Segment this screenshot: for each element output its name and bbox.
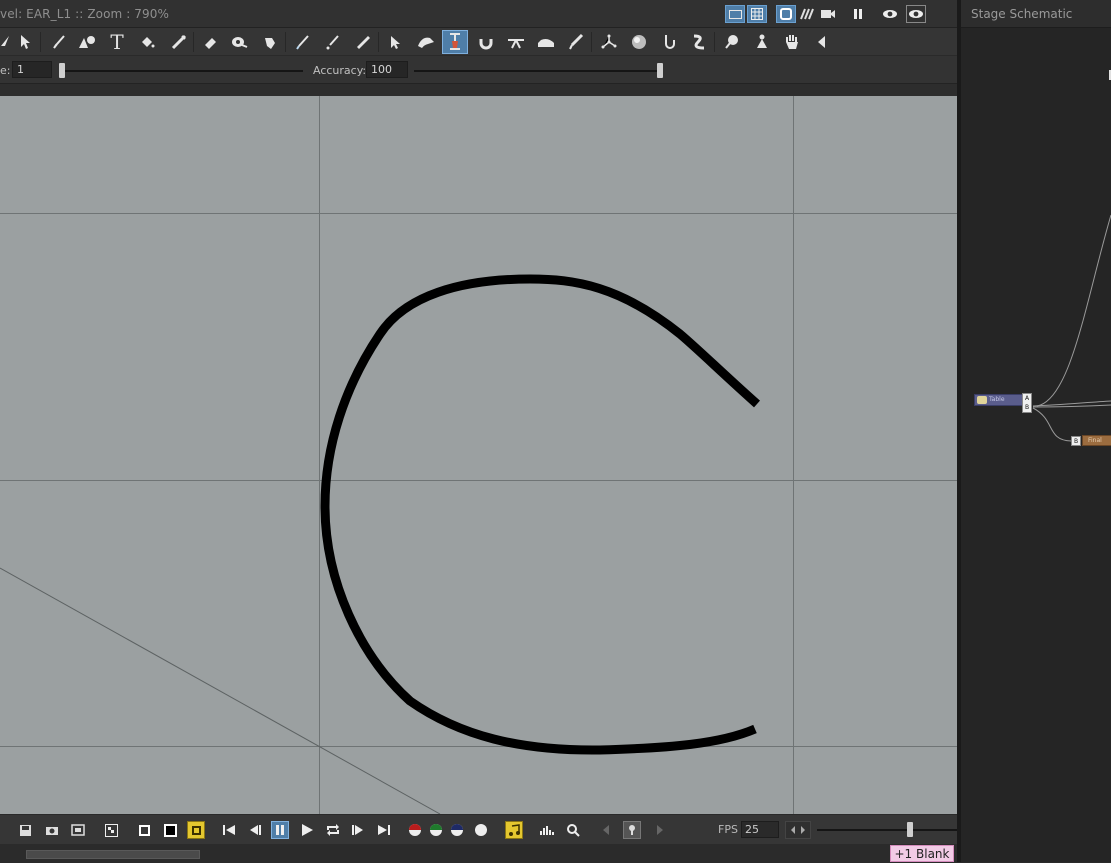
ruler-icon[interactable]: [350, 30, 376, 54]
pump-icon[interactable]: [442, 30, 468, 54]
eye-icon[interactable]: [880, 5, 900, 23]
grid-lines: [0, 96, 957, 814]
stage-schematic-panel[interactable]: Table A B B Final: [961, 0, 1111, 862]
magnet-icon[interactable]: [473, 30, 499, 54]
type-icon[interactable]: T: [104, 30, 130, 54]
eraser-icon[interactable]: [197, 30, 223, 54]
drawing-canvas[interactable]: [0, 96, 957, 814]
preview-toggle-icon[interactable]: [776, 5, 796, 23]
bender-icon[interactable]: [503, 30, 529, 54]
tool-bar: T: [0, 28, 957, 56]
size-slider-handle[interactable]: [59, 63, 65, 78]
table-view-icon[interactable]: [747, 5, 767, 23]
size-slider-track[interactable]: [60, 70, 303, 72]
schematic-title-bar: Stage Schematic: [961, 0, 1111, 28]
green-channel-icon[interactable]: [427, 821, 445, 839]
iron-icon[interactable]: [533, 30, 559, 54]
snapshot-icon[interactable]: [43, 821, 61, 839]
camera-view-icon[interactable]: [725, 5, 745, 23]
black-bg-icon[interactable]: [161, 821, 179, 839]
paint-brush-icon[interactable]: [166, 30, 192, 54]
horizontal-scrollbar[interactable]: [26, 850, 200, 859]
fps-field[interactable]: 25: [741, 821, 779, 838]
schematic-port-ab[interactable]: A B: [1022, 393, 1032, 413]
checkerboard-bg-icon[interactable]: [102, 821, 120, 839]
plastic-icon[interactable]: [686, 30, 712, 54]
play-icon[interactable]: [298, 821, 316, 839]
port-b-label: B: [1024, 404, 1030, 411]
geometric-icon[interactable]: [74, 30, 100, 54]
blue-channel-icon[interactable]: [448, 821, 466, 839]
size-label: e:: [0, 64, 11, 77]
loop-icon[interactable]: [324, 821, 342, 839]
red-channel-icon[interactable]: [406, 821, 424, 839]
sound-icon[interactable]: [505, 821, 523, 839]
cutter-icon[interactable]: [563, 30, 589, 54]
accuracy-label: Accuracy:: [313, 64, 367, 77]
finger-icon[interactable]: [257, 30, 283, 54]
last-frame-icon[interactable]: [375, 821, 393, 839]
control-point-editor-icon[interactable]: [383, 30, 409, 54]
rgb-picker-icon[interactable]: [320, 30, 346, 54]
selection-icon[interactable]: [12, 30, 38, 54]
hand-icon[interactable]: [779, 30, 805, 54]
keyframe-icon[interactable]: [623, 821, 641, 839]
blank-frames-badge[interactable]: +1 Blank: [890, 845, 954, 862]
schematic-port-b[interactable]: B: [1071, 436, 1081, 446]
fps-slider-track[interactable]: [817, 829, 957, 831]
vector-stroke: [320, 274, 760, 755]
port-a-label: A: [1024, 395, 1030, 402]
schematic-output-node[interactable]: Final: [1082, 435, 1111, 446]
fps-label: FPS: [718, 823, 738, 836]
fill-icon[interactable]: [134, 30, 160, 54]
flipbook-toolbar: FPS 25: [0, 814, 957, 844]
table-node-icon: [977, 396, 987, 404]
checker-bg-icon[interactable]: [187, 821, 205, 839]
tracker-icon[interactable]: [626, 30, 652, 54]
next-key-icon[interactable]: [651, 821, 669, 839]
zoom-icon[interactable]: [719, 30, 745, 54]
fps-stepper[interactable]: [785, 821, 811, 839]
subcamera-icon[interactable]: [797, 5, 817, 23]
save-icon[interactable]: [16, 821, 34, 839]
prev-key-icon[interactable]: [597, 821, 615, 839]
camera-icon[interactable]: [818, 5, 838, 23]
tape-icon[interactable]: [226, 30, 252, 54]
schematic-table-node[interactable]: Table: [974, 394, 1024, 406]
schematic-title: Stage Schematic: [971, 7, 1073, 21]
pause-icon[interactable]: [271, 821, 289, 839]
accuracy-field[interactable]: 100: [366, 61, 408, 78]
compare-icon[interactable]: [69, 821, 87, 839]
white-bg-icon[interactable]: [135, 821, 153, 839]
rotate-icon[interactable]: [749, 30, 775, 54]
pinch-icon[interactable]: [413, 30, 439, 54]
brush-icon[interactable]: [46, 30, 72, 54]
skeleton-icon[interactable]: [596, 30, 622, 54]
accuracy-slider-track[interactable]: [414, 70, 663, 72]
accuracy-slider-handle[interactable]: [657, 63, 663, 78]
freeze-icon[interactable]: [848, 5, 868, 23]
locator-icon[interactable]: [564, 821, 582, 839]
tool-options-bar: e: 1 Accuracy: 100: [0, 56, 957, 84]
fps-slider-handle[interactable]: [907, 822, 913, 837]
eye-ghost-icon[interactable]: [906, 5, 926, 23]
viewer-title: vel: EAR_L1 :: Zoom : 790%: [0, 7, 170, 21]
viewer-title-bar: vel: EAR_L1 :: Zoom : 790%: [0, 0, 957, 28]
prev-frame-icon[interactable]: [246, 821, 264, 839]
histogram-icon[interactable]: [538, 821, 556, 839]
alpha-channel-icon[interactable]: [472, 821, 490, 839]
hook-icon[interactable]: [656, 30, 682, 54]
size-field[interactable]: 1: [12, 61, 52, 78]
style-picker-icon[interactable]: [290, 30, 316, 54]
output-node-label: Final: [1088, 437, 1102, 444]
viewer-ruler-strip: [0, 84, 957, 96]
next-frame-icon[interactable]: [349, 821, 367, 839]
first-frame-icon[interactable]: [220, 821, 238, 839]
table-node-label: Table: [989, 396, 1005, 403]
schematic-links: [1032, 214, 1111, 442]
collapse-icon[interactable]: [808, 30, 834, 54]
